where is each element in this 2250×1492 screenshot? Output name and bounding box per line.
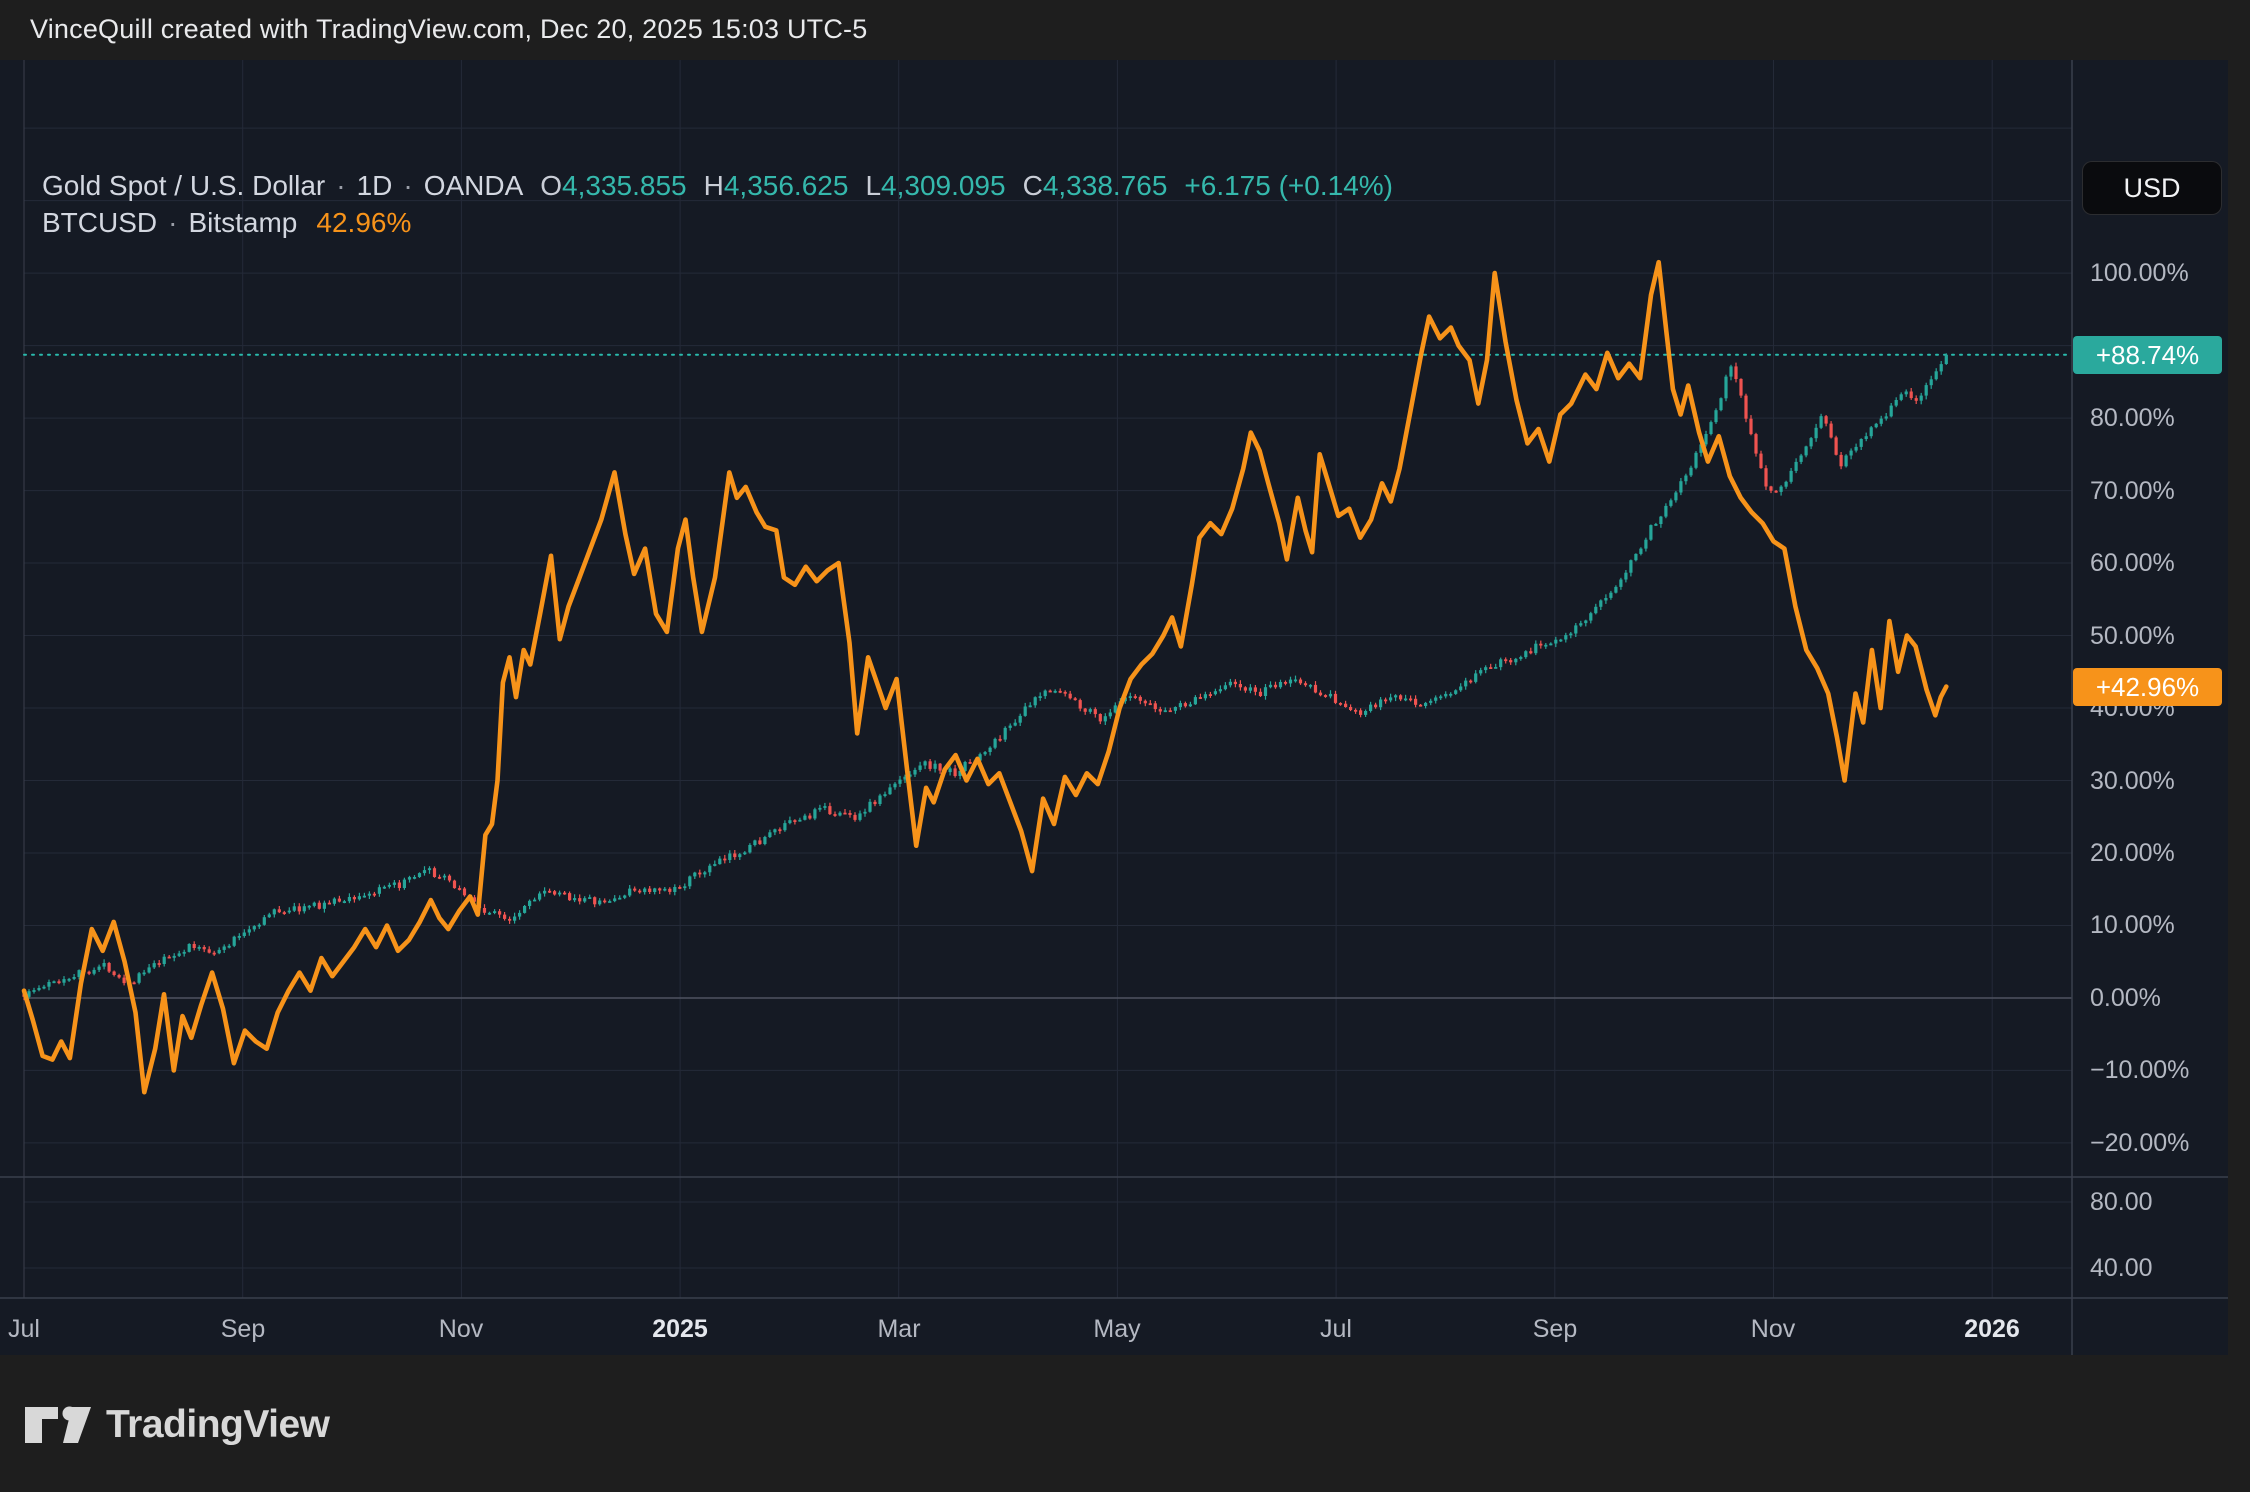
price-tick-label: 100.00% — [2090, 260, 2189, 286]
btc-symbol-title: BTCUSD — [42, 207, 157, 239]
price-tick-label: 50.00% — [2090, 623, 2175, 649]
volume-tick-label: 40.00 — [2090, 1255, 2153, 1281]
chart-canvas[interactable]: Gold Spot / U.S. Dollar · 1D · OANDA O4,… — [0, 60, 2228, 1355]
time-tick-label: Nov — [439, 1315, 483, 1344]
gold-high-pair: H4,356.625 — [704, 170, 849, 202]
time-tick-label: Jul — [8, 1315, 40, 1344]
close-label: C — [1023, 170, 1043, 201]
btc-exchange: Bitstamp — [188, 207, 297, 239]
high-label: H — [704, 170, 724, 201]
gold-symbol-title: Gold Spot / U.S. Dollar — [42, 170, 325, 202]
btc-price-badge: +42.96% — [2073, 668, 2222, 706]
close-value: 4,338.765 — [1043, 170, 1168, 201]
time-tick-label: Sep — [221, 1315, 265, 1344]
separator-dot: · — [336, 170, 345, 202]
separator-dot: · — [168, 207, 177, 239]
price-tick-label: −20.00% — [2090, 1130, 2189, 1156]
price-tick-label: 10.00% — [2090, 912, 2175, 938]
time-tick-label: Jul — [1320, 1315, 1352, 1344]
legend-row-btc[interactable]: BTCUSD · Bitstamp 42.96% — [42, 207, 1393, 244]
gold-close-pair: C4,338.765 — [1023, 170, 1168, 202]
btc-change-percent: 42.96% — [316, 207, 411, 239]
legend-row-gold[interactable]: Gold Spot / U.S. Dollar · 1D · OANDA O4,… — [42, 170, 1393, 207]
gold-exchange: OANDA — [424, 170, 524, 202]
gold-price-badge: +88.74% — [2073, 336, 2222, 374]
tradingview-wordmark: TradingView — [106, 1403, 330, 1447]
time-tick-label: Nov — [1751, 1315, 1795, 1344]
chart-legend: Gold Spot / U.S. Dollar · 1D · OANDA O4,… — [42, 170, 1393, 244]
low-value: 4,309.095 — [881, 170, 1006, 201]
price-tick-label: 30.00% — [2090, 768, 2175, 794]
time-axis[interactable]: Jul Sep Nov 2025 Mar May Jul Sep Nov 2026 — [0, 1298, 2228, 1355]
open-label: O — [540, 170, 562, 201]
time-tick-label: 2026 — [1964, 1315, 2020, 1344]
usd-button[interactable]: USD — [2082, 161, 2222, 215]
grid-lines — [24, 60, 2072, 1298]
gold-interval: 1D — [357, 170, 393, 202]
footer-bar: TradingView — [0, 1355, 2250, 1492]
price-tick-label: 80.00% — [2090, 405, 2175, 431]
time-tick-label: 2025 — [652, 1315, 708, 1344]
price-axis[interactable]: USD +88.74% +42.96% 100.00% 80.00% 70.00% 6… — [2072, 60, 2228, 1355]
price-tick-label: 0.00% — [2090, 985, 2161, 1011]
price-tick-label: −10.00% — [2090, 1057, 2189, 1083]
high-value: 4,356.625 — [724, 170, 849, 201]
volume-tick-label: 80.00 — [2090, 1189, 2153, 1215]
gold-open-pair: O4,335.855 — [540, 170, 686, 202]
tradingview-logo[interactable]: TradingView — [25, 1403, 330, 1447]
gold-low-pair: L4,309.095 — [865, 170, 1005, 202]
low-label: L — [865, 170, 881, 201]
time-tick-label: Sep — [1533, 1315, 1577, 1344]
tradingview-logo-icon — [25, 1406, 91, 1444]
separator-dot: · — [403, 170, 412, 202]
snapshot-frame: VinceQuill created with TradingView.com,… — [0, 0, 2250, 1492]
header-bar: VinceQuill created with TradingView.com,… — [0, 0, 2250, 60]
plot-svg — [0, 60, 2228, 1355]
price-tick-label: 60.00% — [2090, 550, 2175, 576]
open-value: 4,335.855 — [562, 170, 687, 201]
time-tick-label: May — [1093, 1315, 1140, 1344]
gold-change: +6.175 (+0.14%) — [1184, 170, 1393, 202]
time-tick-label: Mar — [877, 1315, 920, 1344]
price-tick-label: 20.00% — [2090, 840, 2175, 866]
usd-button-label: USD — [2123, 173, 2180, 203]
btc-line-series — [24, 262, 1946, 1092]
price-tick-label: 70.00% — [2090, 478, 2175, 504]
gold-candles-series — [22, 353, 1947, 1000]
header-attribution: VinceQuill created with TradingView.com,… — [30, 14, 867, 45]
